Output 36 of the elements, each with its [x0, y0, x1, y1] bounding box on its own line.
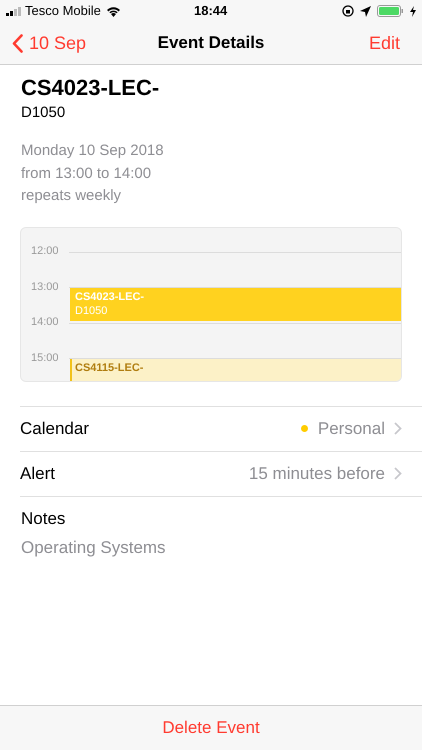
detail-value: 15 minutes before — [248, 462, 385, 485]
detail-value: Personal — [318, 418, 385, 440]
notes-label: Notes — [21, 508, 66, 530]
hour-label: 14:00 — [31, 316, 59, 329]
edit-button[interactable]: Edit — [368, 30, 422, 56]
event-block-subtitle: D1050 — [75, 304, 108, 318]
event-time-range: from 13:00 to 14:00 — [21, 164, 152, 184]
event-subtitle: D1050 — [21, 103, 66, 123]
calendar-event[interactable]: CS4115-LEC- — [70, 359, 401, 380]
hour-label: 13:00 — [31, 280, 59, 294]
detail-row[interactable]: Alert 15 minutes before — [20, 452, 422, 496]
charging-bolt-icon — [410, 6, 416, 16]
notes-text: Operating Systems — [21, 536, 167, 558]
back-button[interactable]: 10 Sep — [0, 30, 86, 56]
event-block-title: CS4023-LEC- — [75, 290, 144, 304]
event-date: Monday 10 Sep 2018 — [21, 141, 165, 161]
signal-icon — [6, 6, 22, 16]
rotation-lock-icon — [342, 5, 354, 17]
battery-icon — [377, 5, 404, 17]
event-repeat: repeats weekly — [21, 186, 122, 206]
detail-label: Alert — [20, 462, 55, 485]
hour-label: 12:00 — [31, 245, 59, 258]
screen-title: Event Details — [158, 32, 264, 54]
chevron-right-icon — [394, 422, 402, 435]
delete-event-button[interactable]: Delete Event — [162, 715, 260, 741]
wifi-icon — [106, 6, 121, 16]
clock-time: 18:44 — [194, 2, 228, 20]
hour-label: 15:00 — [31, 352, 59, 364]
detail-label: Calendar — [20, 418, 89, 440]
carrier-name: Tesco Mobile — [25, 2, 101, 20]
chevron-left-icon — [12, 34, 23, 52]
location-arrow-icon — [360, 6, 371, 16]
detail-row[interactable]: Calendar Personal — [20, 406, 422, 452]
event-title: CS4023-LEC- — [21, 75, 160, 101]
chevron-right-icon — [394, 467, 402, 480]
event-block-title: CS4115-LEC- — [75, 361, 144, 375]
